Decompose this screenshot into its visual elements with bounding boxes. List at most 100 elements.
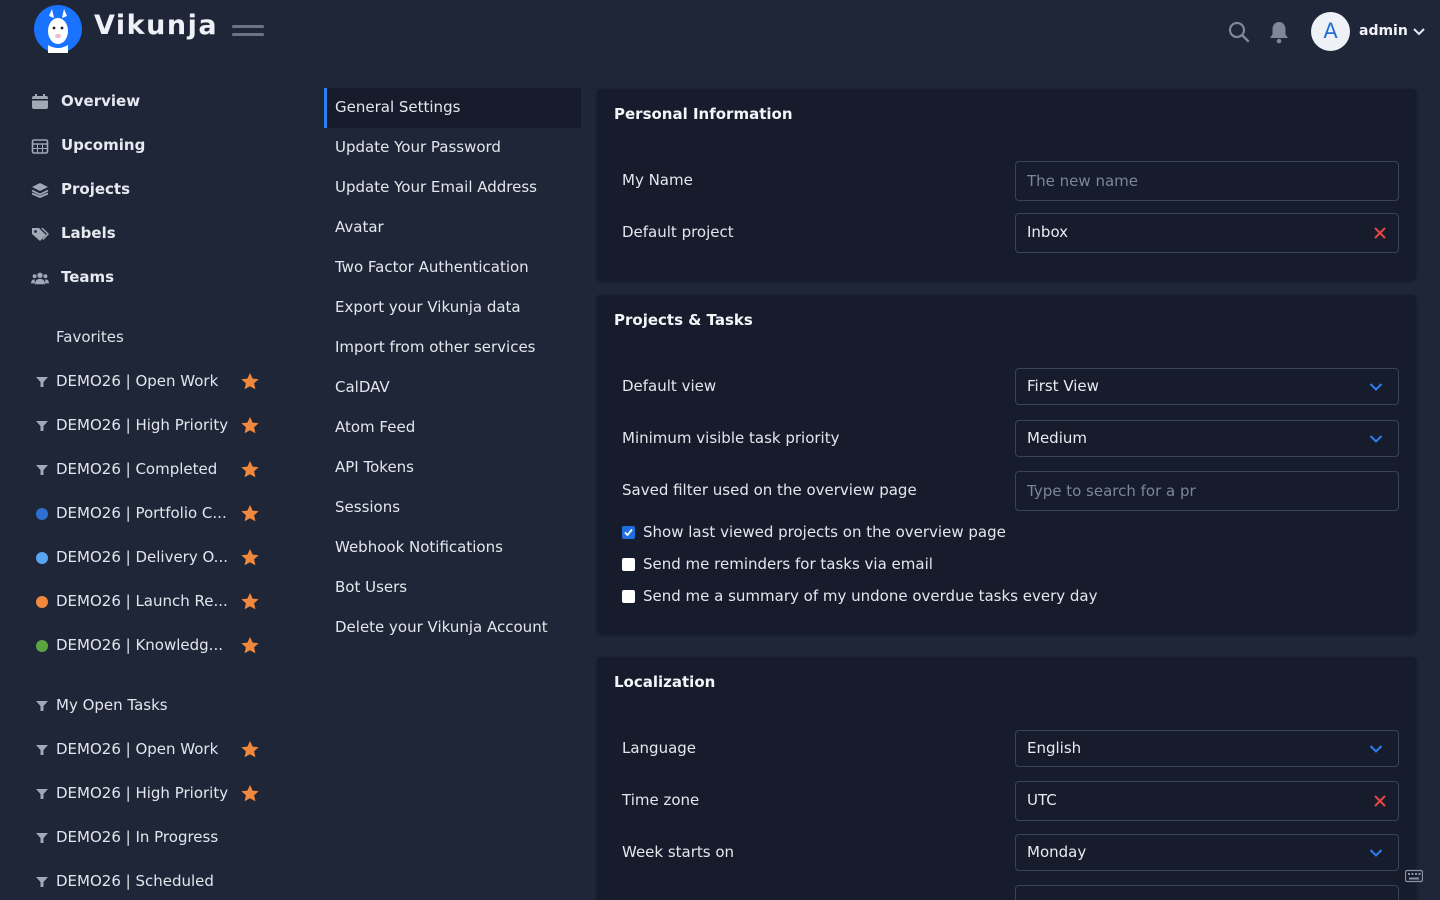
user-name[interactable]: admin (1359, 23, 1408, 39)
chevron-down-icon[interactable] (1412, 26, 1426, 38)
sidebar-item-projects[interactable]: Projects (0, 170, 290, 210)
star-icon[interactable] (240, 372, 260, 391)
project-label: DEMO26 | Portfolio C... (56, 504, 227, 522)
saved-filter-field[interactable] (1015, 471, 1399, 511)
settings-menu-atom-feed[interactable]: Atom Feed (324, 408, 581, 448)
app-root: Vikunja A admin Overview Upcoming Projec… (0, 0, 1440, 900)
my-name-input[interactable] (1016, 162, 1398, 200)
avatar[interactable]: A (1311, 12, 1350, 51)
sidebar-item-upcoming[interactable]: Upcoming (0, 126, 290, 166)
checkbox[interactable] (622, 558, 635, 571)
settings-menu-sessions[interactable]: Sessions (324, 488, 581, 528)
card-title: Personal Information (614, 105, 793, 123)
favorite-project-item[interactable]: DEMO26 | Portfolio C... (0, 496, 290, 532)
default-view-select[interactable]: First View (1015, 368, 1399, 405)
calendar-grid-icon (31, 139, 49, 154)
settings-menu-label: Webhook Notifications (335, 538, 503, 556)
search-icon[interactable] (1227, 20, 1251, 44)
star-icon[interactable] (240, 504, 260, 523)
my-name-field[interactable] (1015, 161, 1399, 201)
saved-filter-item[interactable]: DEMO26 | In Progress (0, 820, 290, 856)
settings-menu-2fa[interactable]: Two Factor Authentication (324, 248, 581, 288)
filter-icon (36, 745, 48, 755)
default-project-field[interactable]: Inbox (1015, 213, 1399, 253)
settings-menu-export[interactable]: Export your Vikunja data (324, 288, 581, 328)
week-start-value: Monday (1027, 843, 1087, 861)
sidebar-item-labels[interactable]: Labels (0, 214, 290, 254)
keyboard-shortcuts-icon[interactable] (1405, 869, 1423, 883)
favorites-title[interactable]: Favorites (56, 328, 124, 346)
star-icon[interactable] (240, 784, 260, 803)
personal-info-card: Personal Information My Name Default pro… (597, 89, 1416, 280)
settings-menu-label: CalDAV (335, 378, 390, 396)
settings-menu-label: Export your Vikunja data (335, 298, 521, 316)
settings-menu-bot-users[interactable]: Bot Users (324, 568, 581, 608)
checkbox-label: Send me reminders for tasks via email (643, 555, 933, 573)
week-start-select[interactable]: Monday (1015, 834, 1399, 871)
checkbox-label: Show last viewed projects on the overvie… (643, 523, 1006, 541)
settings-menu-caldav[interactable]: CalDAV (324, 368, 581, 408)
filter-icon (36, 701, 48, 711)
favorite-project-item[interactable]: DEMO26 | Delivery O... (0, 540, 290, 576)
star-icon[interactable] (240, 636, 260, 655)
favorite-project-item[interactable]: DEMO26 | Open Work (0, 364, 290, 400)
my-name-label: My Name (622, 171, 693, 189)
star-icon[interactable] (240, 460, 260, 479)
chevron-down-icon (1369, 435, 1383, 443)
project-label: DEMO26 | Completed (56, 460, 218, 478)
vikunja-logo-icon[interactable] (34, 5, 82, 53)
favorite-project-item[interactable]: DEMO26 | Knowledg... (0, 628, 290, 664)
card-title: Projects & Tasks (614, 311, 753, 329)
saved-filter-item[interactable]: DEMO26 | Open Work (0, 732, 290, 768)
filter-icon (36, 833, 48, 843)
star-icon[interactable] (240, 592, 260, 611)
checkbox[interactable] (622, 590, 635, 603)
clear-icon[interactable] (1373, 794, 1387, 808)
menu-toggle-icon[interactable] (232, 23, 264, 41)
settings-menu-webhooks[interactable]: Webhook Notifications (324, 528, 581, 568)
projects-tasks-card: Projects & Tasks Default view First View… (597, 295, 1416, 634)
star-icon[interactable] (240, 416, 260, 435)
settings-menu-email[interactable]: Update Your Email Address (324, 168, 581, 208)
favorite-project-item[interactable]: DEMO26 | High Priority (0, 408, 290, 444)
app-name[interactable]: Vikunja (94, 10, 218, 41)
settings-menu-label: Two Factor Authentication (335, 258, 529, 276)
settings-menu-delete-account[interactable]: Delete your Vikunja Account (324, 608, 581, 648)
tags-icon (32, 228, 49, 241)
next-setting-field[interactable] (1015, 885, 1399, 900)
settings-menu-label: Sessions (335, 498, 401, 516)
checkbox-checked[interactable] (622, 526, 635, 539)
settings-menu-general[interactable]: General Settings (324, 88, 581, 128)
project-color-dot (36, 596, 48, 608)
calendar-icon (32, 94, 48, 109)
filter-label: DEMO26 | High Priority (56, 784, 229, 802)
default-view-label: Default view (622, 377, 717, 395)
favorite-project-item[interactable]: DEMO26 | Completed (0, 452, 290, 488)
star-icon[interactable] (240, 548, 260, 567)
star-icon[interactable] (240, 740, 260, 759)
saved-filter-item[interactable]: DEMO26 | High Priority (0, 776, 290, 812)
project-color-dot (36, 552, 48, 564)
bell-icon[interactable] (1268, 20, 1290, 44)
language-select[interactable]: English (1015, 730, 1399, 767)
settings-menu-password[interactable]: Update Your Password (324, 128, 581, 168)
saved-filter-input[interactable] (1016, 472, 1398, 510)
min-priority-select[interactable]: Medium (1015, 420, 1399, 457)
saved-filter-group[interactable]: My Open Tasks (0, 688, 290, 724)
timezone-field[interactable]: UTC (1015, 781, 1399, 821)
saved-filter-item[interactable]: DEMO26 | Scheduled (0, 864, 290, 900)
favorite-project-item[interactable]: DEMO26 | Launch Re... (0, 584, 290, 620)
filter-group-label: My Open Tasks (56, 696, 168, 714)
settings-menu-import[interactable]: Import from other services (324, 328, 581, 368)
settings-menu-avatar[interactable]: Avatar (324, 208, 581, 248)
settings-menu-label: Update Your Password (335, 138, 501, 156)
settings-menu-label: Update Your Email Address (335, 178, 538, 196)
settings-menu-api-tokens[interactable]: API Tokens (324, 448, 581, 488)
clear-icon[interactable] (1373, 226, 1387, 240)
check-icon (624, 528, 633, 537)
sidebar-item-teams[interactable]: Teams (0, 258, 290, 298)
filter-label: DEMO26 | Scheduled (56, 872, 214, 890)
filter-icon (36, 421, 48, 431)
sidebar-item-overview[interactable]: Overview (0, 82, 290, 122)
timezone-label: Time zone (622, 791, 700, 809)
